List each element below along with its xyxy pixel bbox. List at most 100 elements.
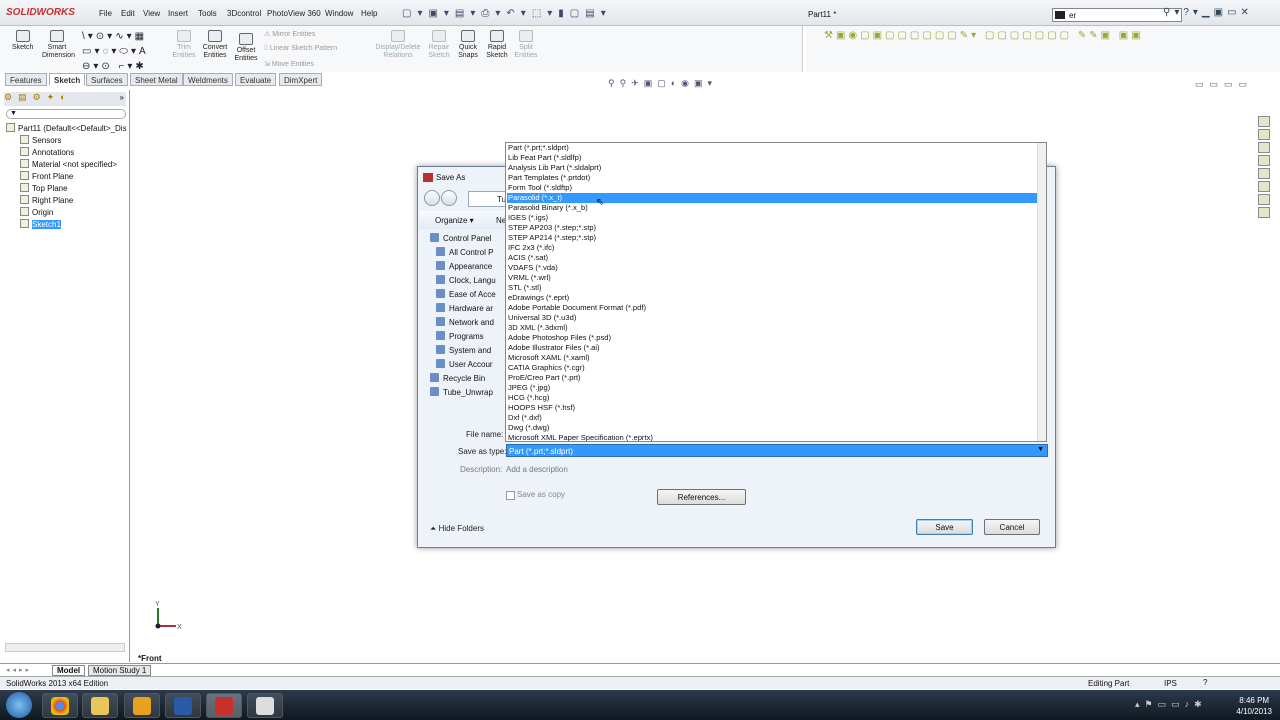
tree-root[interactable]: Part11 (Default<<Default>_Dis bbox=[6, 123, 127, 133]
save-as-type-select[interactable]: Part (*.prt;*.sldprt) ▼ bbox=[506, 444, 1048, 457]
quick-access-toolbar[interactable]: ▢▾▣▾▤▾⎙▾↶▾⬚▾▮▢▤▾ bbox=[402, 8, 612, 19]
tree-item-annotations[interactable]: Annotations bbox=[20, 147, 74, 157]
linear-sketch-pattern-button[interactable]: ⁞⁞ Linear Sketch Pattern bbox=[264, 45, 337, 52]
folder-item[interactable]: Ease of Acce bbox=[436, 289, 506, 299]
chrome-taskbar-button[interactable] bbox=[42, 693, 78, 718]
save-as-type-dropdown-list[interactable]: Part (*.prt;*.sldprt) Lib Feat Part (*.sl… bbox=[505, 142, 1047, 442]
save-button[interactable]: Save bbox=[916, 519, 973, 535]
horizontal-scrollbar[interactable] bbox=[5, 643, 125, 652]
explorer-taskbar-button[interactable] bbox=[82, 693, 118, 718]
folder-item[interactable]: Hardware ar bbox=[436, 303, 506, 313]
dropdown-option[interactable]: Universal 3D (*.u3d) bbox=[507, 313, 1037, 323]
task-pane-tabs[interactable] bbox=[1256, 114, 1272, 244]
dropdown-option[interactable]: Parasolid Binary (*.x_b) bbox=[507, 203, 1037, 213]
tab-features[interactable]: Features bbox=[5, 73, 47, 86]
repair-sketch-button[interactable]: Repair Sketch bbox=[426, 30, 452, 60]
dropdown-option[interactable]: ProE/Creo Part (*.prt) bbox=[507, 373, 1037, 383]
dropdown-option[interactable]: Lib Feat Part (*.sldlfp) bbox=[507, 153, 1037, 163]
dropdown-option[interactable]: Analysis Lib Part (*.sldalprt) bbox=[507, 163, 1037, 173]
dropdown-option[interactable]: eDrawings (*.eprt) bbox=[507, 293, 1037, 303]
outlook-taskbar-button[interactable] bbox=[124, 693, 160, 718]
folder-item[interactable]: Tube_Unwrap bbox=[430, 387, 506, 397]
dropdown-option[interactable]: CATIA Graphics (*.cgr) bbox=[507, 363, 1037, 373]
folder-item[interactable]: System and bbox=[436, 345, 506, 355]
recorder-taskbar-button[interactable] bbox=[247, 693, 283, 718]
tree-item-origin[interactable]: Origin bbox=[20, 207, 53, 217]
dropdown-option[interactable]: Adobe Photoshop Files (*.psd) bbox=[507, 333, 1037, 343]
menu-file[interactable]: File bbox=[99, 9, 112, 18]
word-taskbar-button[interactable] bbox=[165, 693, 201, 718]
quick-snaps-button[interactable]: Quick Snaps bbox=[456, 30, 480, 60]
save-as-copy-checkbox[interactable] bbox=[506, 491, 515, 500]
dropdown-option[interactable]: Microsoft XAML (*.xaml) bbox=[507, 353, 1037, 363]
dropdown-option[interactable]: HCG (*.hcg) bbox=[507, 393, 1037, 403]
viewport-controls[interactable]: ▭▭▭▭ bbox=[1195, 79, 1253, 90]
tree-item-sensors[interactable]: Sensors bbox=[20, 135, 61, 145]
forward-button[interactable] bbox=[441, 190, 457, 206]
dropdown-scrollbar[interactable] bbox=[1037, 143, 1046, 441]
organize-button[interactable]: Organize ▾ bbox=[435, 216, 474, 225]
dropdown-option[interactable]: VRML (*.wrl) bbox=[507, 273, 1037, 283]
folder-item[interactable]: Network and bbox=[436, 317, 506, 327]
dropdown-option[interactable]: Part (*.prt;*.sldprt) bbox=[507, 143, 1037, 153]
menu-photoview[interactable]: PhotoView 360 bbox=[267, 9, 321, 18]
units-button[interactable]: IPS bbox=[1164, 679, 1177, 688]
convert-entities-button[interactable]: Convert Entities bbox=[200, 30, 230, 60]
dropdown-option[interactable]: Adobe Portable Document Format (*.pdf) bbox=[507, 303, 1037, 313]
dropdown-option[interactable]: Microsoft XML Paper Specification (*.epr… bbox=[507, 433, 1037, 441]
dropdown-option[interactable]: STL (*.stl) bbox=[507, 283, 1037, 293]
split-entities-button[interactable]: Split Entities bbox=[512, 30, 540, 60]
dropdown-option[interactable]: Dwg (*.dwg) bbox=[507, 423, 1037, 433]
folder-item[interactable]: Appearance bbox=[436, 261, 506, 271]
folder-item[interactable]: Recycle Bin bbox=[430, 373, 506, 383]
help-icon[interactable]: ? bbox=[1203, 678, 1207, 687]
dropdown-option[interactable]: Adobe Illustrator Files (*.ai) bbox=[507, 343, 1037, 353]
panel-tabs[interactable]: ⚙▤⚙✦◐» bbox=[4, 92, 126, 106]
display-delete-relations-button[interactable]: Display/Delete Relations bbox=[372, 30, 424, 60]
dropdown-option[interactable]: Parasolid (*.x_t) bbox=[507, 193, 1037, 203]
tab-weldments[interactable]: Weldments bbox=[183, 73, 233, 86]
references-button[interactable]: References... bbox=[657, 489, 746, 505]
dropdown-option[interactable]: IFC 2x3 (*.ifc) bbox=[507, 243, 1037, 253]
tab-sketch[interactable]: Sketch bbox=[49, 73, 86, 86]
dropdown-option[interactable]: Form Tool (*.sldftp) bbox=[507, 183, 1037, 193]
tab-surfaces[interactable]: Surfaces bbox=[86, 73, 128, 86]
tab-scroll-arrows[interactable]: ◂◂▸▸ bbox=[6, 666, 32, 674]
tree-item-sketch1[interactable]: Sketch1 bbox=[20, 219, 61, 229]
address-bar[interactable]: Tu bbox=[468, 191, 508, 207]
dropdown-option[interactable]: Dxf (*.dxf) bbox=[507, 413, 1037, 423]
menu-tools[interactable]: Tools bbox=[198, 9, 217, 18]
window-controls[interactable]: ⚲▾?▾▁▣▭✕ bbox=[1163, 7, 1253, 18]
back-button[interactable] bbox=[424, 190, 440, 206]
folder-item[interactable]: User Accour bbox=[436, 359, 506, 369]
move-entities-button[interactable]: ⇲ Move Entities bbox=[264, 60, 314, 68]
dropdown-option[interactable]: STEP AP203 (*.step;*.stp) bbox=[507, 223, 1037, 233]
menu-view[interactable]: View bbox=[143, 9, 160, 18]
system-tray[interactable]: ▴⚑▭▭♪✱ bbox=[1135, 699, 1207, 710]
folder-item[interactable]: Clock, Langu bbox=[436, 275, 506, 285]
tree-item-material[interactable]: Material <not specified> bbox=[20, 159, 117, 169]
tab-evaluate[interactable]: Evaluate bbox=[235, 73, 277, 86]
folder-item[interactable]: Programs bbox=[436, 331, 506, 341]
dropdown-option[interactable]: JPEG (*.jpg) bbox=[507, 383, 1037, 393]
menu-window[interactable]: Window bbox=[325, 9, 353, 18]
tab-sheet-metal[interactable]: Sheet Metal bbox=[130, 73, 183, 86]
menu-help[interactable]: Help bbox=[361, 9, 377, 18]
tree-item-front-plane[interactable]: Front Plane bbox=[20, 171, 73, 181]
folder-item[interactable]: All Control P bbox=[436, 247, 506, 257]
toolbar-icons[interactable]: ⚒▣◉▢▣▢▢▢▢▢▢✎▾ ▢▢▢▢▢▢▢ ✎✎▣ ▣▣ bbox=[824, 30, 1144, 41]
tab-motion-study[interactable]: Motion Study 1 bbox=[88, 665, 152, 676]
description-link[interactable]: Add a description bbox=[506, 465, 568, 474]
dropdown-option[interactable]: ACIS (*.sat) bbox=[507, 253, 1037, 263]
hide-folders-button[interactable]: ⏶ Hide Folders bbox=[430, 524, 484, 534]
start-button[interactable] bbox=[6, 692, 32, 718]
dropdown-option[interactable]: 3D XML (*.3dxml) bbox=[507, 323, 1037, 333]
sketch-entity-tools[interactable]: \▾⊙▾∿▾▦ ▭▾◌▾⬭▾A ⊖▾⊙ ⌐▾✱ bbox=[82, 29, 149, 74]
menu-edit[interactable]: Edit bbox=[121, 9, 135, 18]
dropdown-option[interactable]: HOOPS HSF (*.hsf) bbox=[507, 403, 1037, 413]
menu-3dcontrol[interactable]: 3Dcontrol bbox=[227, 9, 261, 18]
dropdown-option[interactable]: STEP AP214 (*.step;*.stp) bbox=[507, 233, 1037, 243]
rapid-sketch-button[interactable]: Rapid Sketch bbox=[484, 30, 510, 60]
solidworks-taskbar-button[interactable] bbox=[206, 693, 242, 718]
dropdown-option[interactable]: VDAFS (*.vda) bbox=[507, 263, 1037, 273]
